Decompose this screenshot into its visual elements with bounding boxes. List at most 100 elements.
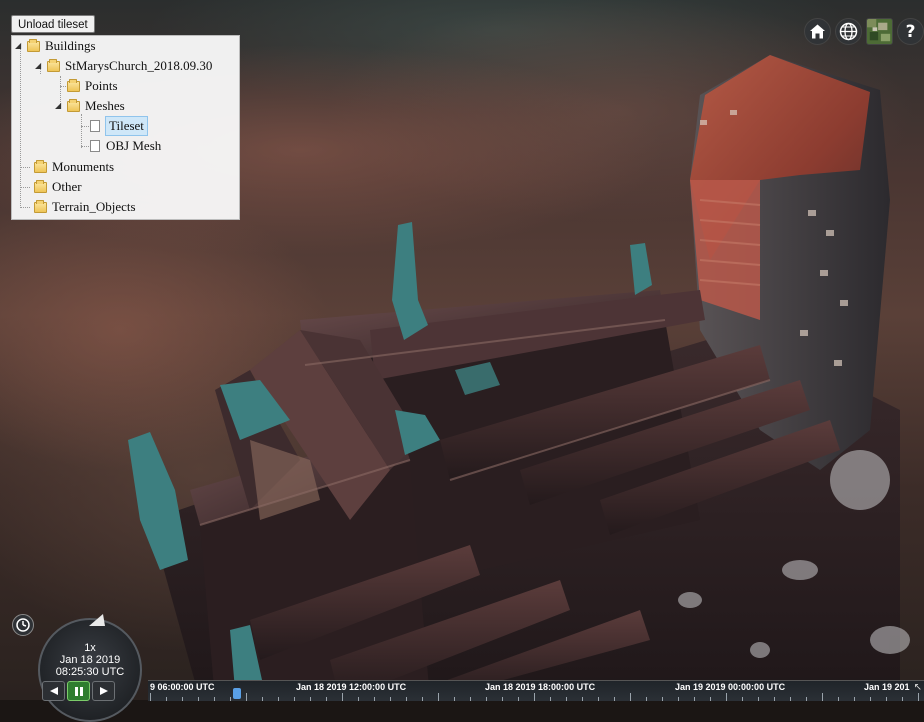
tree-connector [20, 167, 30, 168]
timeline-tick [406, 697, 407, 701]
tree-item-label: Buildings [45, 38, 96, 53]
timeline-tick [678, 697, 679, 701]
timeline-tick [694, 697, 695, 701]
animation-widget: 1x Jan 18 2019 08:25:30 UTC [10, 612, 150, 722]
tree-connector [20, 45, 21, 208]
clock-icon [16, 618, 30, 632]
tree-item-other[interactable]: Other [34, 178, 82, 196]
viewer-toolbar: ? [804, 18, 924, 45]
folder-icon [47, 58, 60, 72]
timeline-label: 9 06:00:00 UTC [150, 682, 215, 692]
tree-connector [81, 114, 82, 148]
tree-connector [20, 207, 30, 208]
collapse-icon[interactable]: ◢ [15, 37, 23, 55]
tree-item-label: Monuments [52, 159, 115, 174]
play-reverse-icon [49, 687, 58, 695]
tree-item-terrain-objects[interactable]: Terrain_Objects [34, 198, 136, 216]
pause-icon [74, 686, 83, 696]
folder-icon [67, 78, 80, 92]
timeline-label: Jan 19 201 [864, 682, 910, 692]
folder-icon [34, 199, 47, 213]
timeline-tick [486, 697, 487, 701]
timeline-tick [646, 697, 647, 701]
timeline-tick [598, 697, 599, 701]
timeline-tick [374, 697, 375, 701]
imagery-picker-icon [867, 19, 892, 44]
clock-mode-button[interactable] [12, 614, 34, 636]
tree-item-obj-mesh[interactable]: OBJ Mesh [90, 137, 161, 155]
timeline-tick [358, 697, 359, 701]
timeline-tick [422, 697, 423, 701]
timeline-tick [550, 697, 551, 701]
timeline-needle[interactable] [233, 688, 241, 699]
globe-icon [839, 22, 858, 41]
collapse-icon[interactable]: ◢ [55, 97, 63, 115]
tree-item-stmaryschurch[interactable]: ◢ StMarysChurch_2018.09.30 [35, 57, 212, 75]
tree-item-label: Terrain_Objects [52, 199, 136, 214]
timeline-tick [198, 697, 199, 701]
timeline-bar[interactable]: 9 06:00:00 UTC Jan 18 2019 12:00:00 UTC … [148, 680, 924, 701]
timeline-tick [806, 697, 807, 701]
tree-item-buildings[interactable]: ◢ Buildings [15, 37, 96, 55]
home-button[interactable] [804, 18, 831, 45]
timeline-tick [854, 697, 855, 701]
pause-button[interactable] [67, 681, 90, 701]
tree-item-label: Points [85, 78, 118, 93]
scene-mode-button[interactable] [835, 18, 862, 45]
tree-item-meshes[interactable]: ◢ Meshes [55, 97, 125, 115]
timeline-tick [278, 697, 279, 701]
tree-connector [20, 187, 30, 188]
timeline-tick [614, 697, 615, 701]
timeline-tick [710, 697, 711, 701]
home-icon [810, 24, 825, 39]
tree-item-points[interactable]: Points [67, 77, 118, 95]
collapse-icon[interactable]: ◢ [35, 57, 43, 75]
help-icon: ? [905, 21, 916, 42]
imagery-picker-button[interactable] [866, 18, 893, 45]
timeline-tick [294, 697, 295, 701]
timeline-tick [262, 697, 263, 701]
layer-tree-panel: ◢ Buildings ◢ StMarysChurch_2018.09.30 P… [11, 35, 240, 220]
play-forward-button[interactable] [92, 681, 115, 701]
timeline-tick [838, 697, 839, 701]
timeline-tick [758, 697, 759, 701]
timeline-tick [886, 697, 887, 701]
folder-icon [27, 38, 40, 52]
tree-item-label: Tileset [105, 116, 148, 136]
folder-icon [34, 179, 47, 193]
timeline-tick [566, 697, 567, 701]
timeline-tick [742, 697, 743, 701]
timeline-label: Jan 18 2019 12:00:00 UTC [296, 682, 407, 692]
tree-item-label: OBJ Mesh [106, 138, 162, 153]
tree-item-label: StMarysChurch_2018.09.30 [65, 58, 213, 73]
timeline-label: Jan 18 2019 18:00:00 UTC [485, 682, 596, 692]
timeline-tick [310, 697, 311, 701]
timeline-tick [774, 697, 775, 701]
timeline-tick [326, 697, 327, 701]
unload-tileset-button[interactable]: Unload tileset [11, 15, 95, 33]
timeline-tick [902, 697, 903, 701]
timeline-tick [502, 697, 503, 701]
help-button[interactable]: ? [897, 18, 924, 45]
timeline-tick [518, 697, 519, 701]
animation-date: Jan 18 2019 [59, 654, 121, 666]
timeline-tick [470, 697, 471, 701]
shuttle-ring-pointer-icon[interactable] [86, 612, 108, 628]
tree-item-monuments[interactable]: Monuments [34, 158, 114, 176]
tree-item-tileset[interactable]: Tileset [90, 116, 148, 136]
play-forward-icon [99, 687, 108, 695]
play-reverse-button[interactable] [42, 681, 65, 701]
timeline-tick [790, 697, 791, 701]
tree-item-label: Meshes [85, 98, 125, 113]
timeline-tick [870, 697, 871, 701]
timeline-tick [582, 697, 583, 701]
timeline-tick [230, 697, 231, 701]
timeline-tick [662, 697, 663, 701]
folder-icon [67, 98, 80, 112]
timeline-resize-icon[interactable]: ↖ [914, 682, 922, 693]
timeline-tick [182, 697, 183, 701]
file-icon [90, 120, 100, 132]
animation-speed: 1x [84, 642, 96, 654]
timeline-label: Jan 19 2019 00:00:00 UTC [675, 682, 786, 692]
timeline-tick [390, 697, 391, 701]
